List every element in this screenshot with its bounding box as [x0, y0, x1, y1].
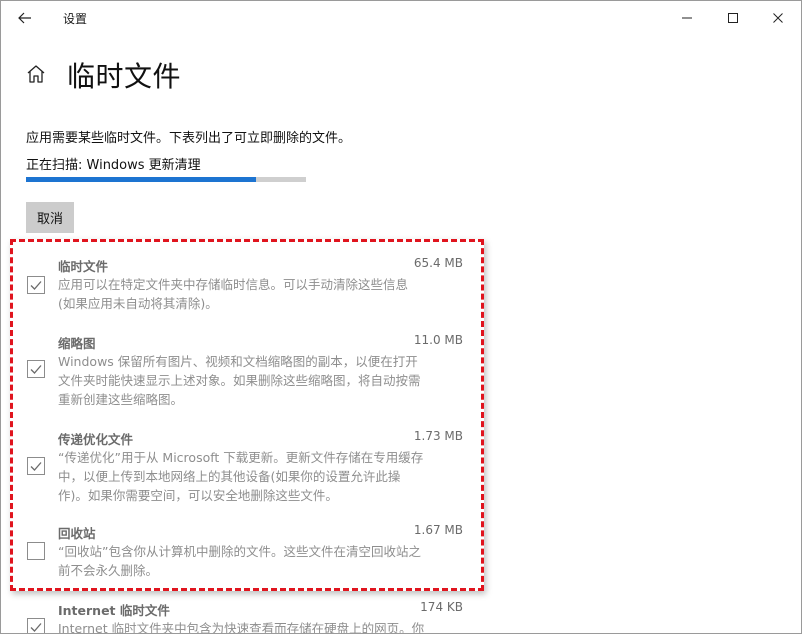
- item-description: Windows 保留所有图片、视频和文档缩略图的副本，以便在打开 文件夹时能快速显…: [58, 352, 463, 409]
- item-description: “传递优化”用于从 Microsoft 下载更新。更新文件存储在专用缓存 中，以便…: [58, 448, 463, 505]
- item-description-line: 作)。如果你需要空间，可以安全地删除这些文件。: [58, 488, 338, 503]
- scan-status: 正在扫描: Windows 更新清理: [26, 158, 201, 173]
- item-description: Internet 临时文件夹中包含为快速查看而存储在硬盘上的网页。你: [58, 619, 463, 634]
- maximize-button[interactable]: [710, 1, 756, 35]
- item-size: 65.4 MB: [413, 256, 463, 270]
- checkmark-icon: [30, 365, 42, 374]
- list-item: Internet 临时文件 174 KB Internet 临时文件夹中包含为快速查…: [1, 600, 471, 634]
- cancel-button[interactable]: 取消: [26, 202, 74, 233]
- item-checkbox[interactable]: [27, 457, 45, 475]
- item-size: 11.0 MB: [413, 333, 463, 347]
- item-description: 应用可以在特定文件夹中存储临时信息。可以手动清除这些信息 (如果应用未自动将其清除…: [58, 275, 463, 313]
- item-description-line: 文件夹时能快速显示上述对象。如果删除这些缩略图，将自动按需: [58, 373, 421, 388]
- item-description-line: “回收站”包含你从计算机中删除的文件。这些文件在清空回收站之: [58, 544, 421, 559]
- close-button[interactable]: [755, 1, 801, 35]
- settings-window: 设置 临时文件 应用需要某些临时文件。下表列出了可立即删除的文件。 正在扫描: …: [0, 0, 802, 634]
- item-description-line: 前不会永久删除。: [58, 563, 159, 578]
- item-size: 1.67 MB: [413, 523, 463, 537]
- item-name: 传递优化文件: [58, 432, 134, 447]
- item-description-line: (如果应用未自动将其清除)。: [58, 296, 218, 311]
- list-item: 传递优化文件 1.73 MB “传递优化”用于从 Microsoft 下载更新。更新…: [1, 429, 471, 505]
- item-description-line: 重新创建这些缩略图。: [58, 392, 184, 407]
- item-name: 缩略图: [58, 336, 96, 351]
- checkmark-icon: [30, 281, 42, 290]
- item-description-line: 应用可以在特定文件夹中存储临时信息。可以手动清除这些信息: [58, 277, 409, 292]
- item-name: Internet 临时文件: [58, 603, 170, 618]
- item-checkbox[interactable]: [27, 276, 45, 294]
- item-checkbox[interactable]: [27, 618, 45, 633]
- close-icon: [773, 13, 783, 23]
- item-name: 临时文件: [58, 259, 109, 274]
- minimize-icon: [682, 17, 692, 19]
- maximize-icon: [728, 13, 738, 23]
- item-size: 1.73 MB: [413, 429, 463, 443]
- item-name: 回收站: [58, 526, 96, 541]
- app-title: 设置: [63, 12, 88, 26]
- item-description-line: Windows 保留所有图片、视频和文档缩略图的副本，以便在打开: [58, 354, 418, 369]
- title-bar: 设置: [1, 1, 801, 35]
- item-description-line: “传递优化”用于从 Microsoft 下载更新。更新文件存储在专用缓存: [58, 450, 424, 465]
- minimize-button[interactable]: [664, 1, 710, 35]
- checkmark-icon: [30, 462, 42, 471]
- list-item: 临时文件 65.4 MB 应用可以在特定文件夹中存储临时信息。可以手动清除这些信息 (…: [1, 256, 471, 313]
- scan-progress-bar: [26, 177, 306, 182]
- item-size: 174 KB: [420, 600, 463, 614]
- checkmark-icon: [30, 623, 42, 632]
- item-checkbox[interactable]: [27, 360, 45, 378]
- home-icon[interactable]: [25, 63, 47, 85]
- back-button[interactable]: [11, 6, 39, 30]
- item-description-line: Internet 临时文件夹中包含为快速查看而存储在硬盘上的网页。你: [58, 621, 425, 634]
- item-description: “回收站”包含你从计算机中删除的文件。这些文件在清空回收站之 前不会永久删除。: [58, 542, 463, 580]
- scan-progress-fill: [26, 177, 256, 182]
- list-item: 缩略图 11.0 MB Windows 保留所有图片、视频和文档缩略图的副本，以便在…: [1, 333, 471, 409]
- arrow-left-icon: [18, 12, 31, 24]
- page-title: 临时文件: [67, 60, 182, 93]
- item-description-line: 中，以便上传到本地网络上的其他设备(如果你的设置允许此操: [58, 469, 401, 484]
- item-checkbox[interactable]: [27, 542, 45, 560]
- page-description: 应用需要某些临时文件。下表列出了可立即删除的文件。: [26, 131, 352, 146]
- list-item: 回收站 1.67 MB “回收站”包含你从计算机中删除的文件。这些文件在清空回收站之…: [1, 523, 471, 580]
